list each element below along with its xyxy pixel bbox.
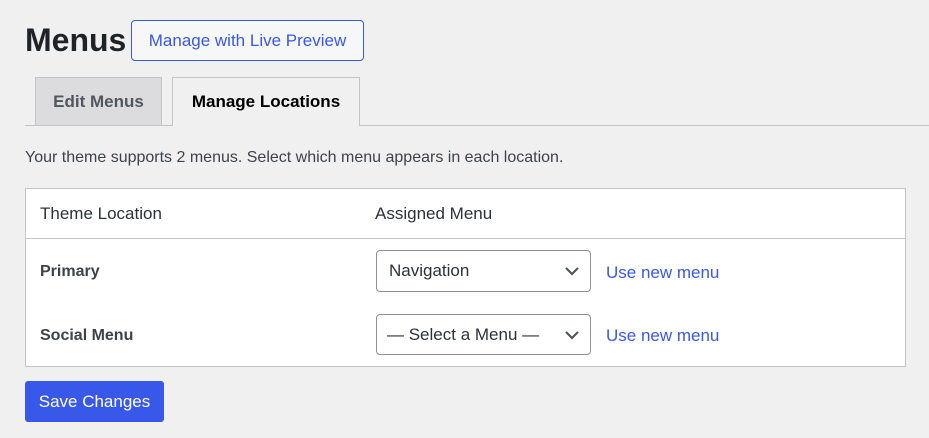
location-social-menu: Social Menu xyxy=(40,327,134,344)
table-header: Theme Location Assigned Menu xyxy=(26,189,905,239)
location-primary: Primary xyxy=(40,263,100,280)
description: Your theme supports 2 menus. Select whic… xyxy=(25,149,564,166)
primary-menu-select[interactable]: Navigation xyxy=(376,250,591,292)
select-value: Navigation xyxy=(389,261,470,280)
chevron-down-icon xyxy=(565,331,579,340)
social-menu-select[interactable]: — Select a Menu — xyxy=(376,314,591,355)
column-header-assigned-menu: Assigned Menu xyxy=(375,204,493,223)
tab-divider xyxy=(25,125,929,126)
page-title: Menus xyxy=(25,22,127,58)
use-new-menu-link-primary[interactable]: Use new menu xyxy=(606,263,719,283)
tab-manage-locations[interactable]: Manage Locations xyxy=(172,77,360,126)
save-changes-button[interactable]: Save Changes xyxy=(25,381,164,422)
chevron-down-icon xyxy=(565,267,579,276)
manage-live-preview-button[interactable]: Manage with Live Preview xyxy=(131,20,364,61)
use-new-menu-link-social[interactable]: Use new menu xyxy=(606,326,719,346)
tab-edit-menus[interactable]: Edit Menus xyxy=(35,77,162,125)
locations-table: Theme Location Assigned Menu Primary Nav… xyxy=(25,188,906,367)
select-value: — Select a Menu — xyxy=(387,324,540,344)
column-header-theme-location: Theme Location xyxy=(40,204,162,223)
